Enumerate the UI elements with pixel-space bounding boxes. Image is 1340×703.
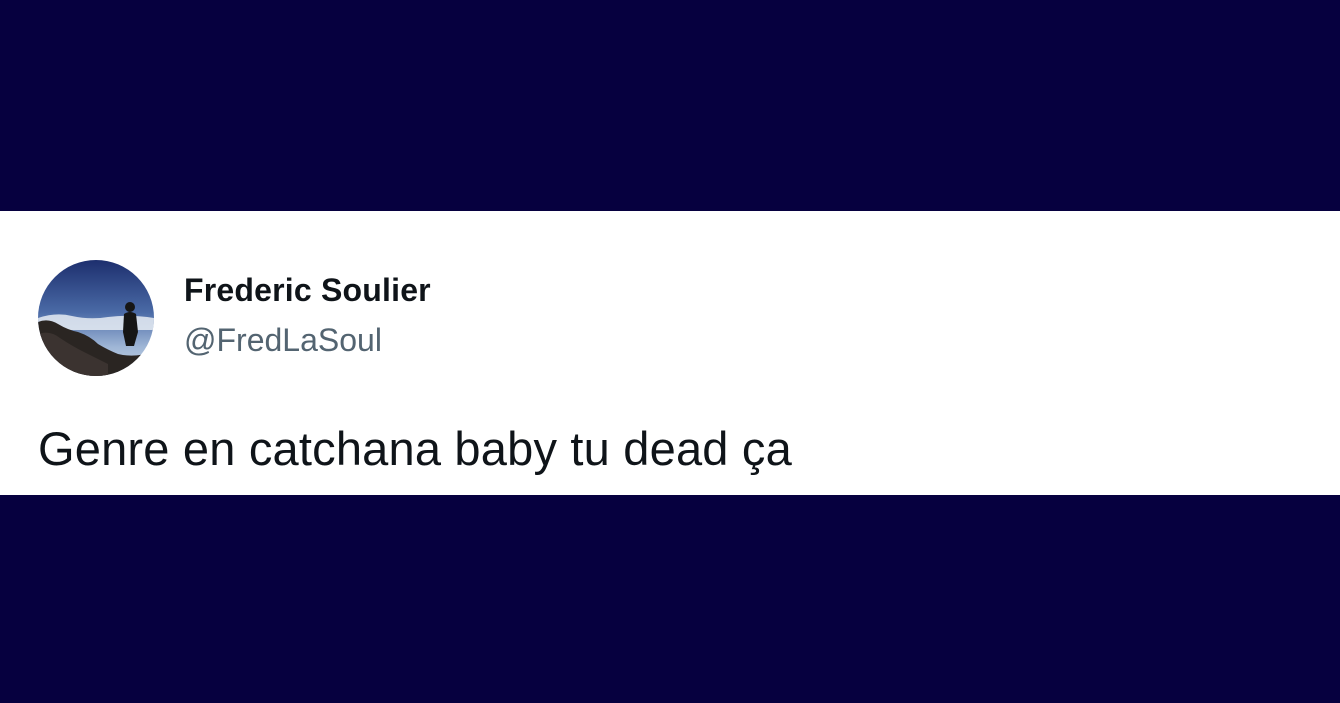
user-handle[interactable]: @FredLaSoul (184, 322, 382, 359)
avatar[interactable] (38, 260, 154, 376)
avatar-photo-icon (38, 260, 154, 376)
tweet-card: Frederic Soulier @FredLaSoul Genre en ca… (0, 211, 1340, 495)
tweet-text: Genre en catchana baby tu dead ça (38, 422, 792, 475)
display-name[interactable]: Frederic Soulier (184, 272, 431, 309)
